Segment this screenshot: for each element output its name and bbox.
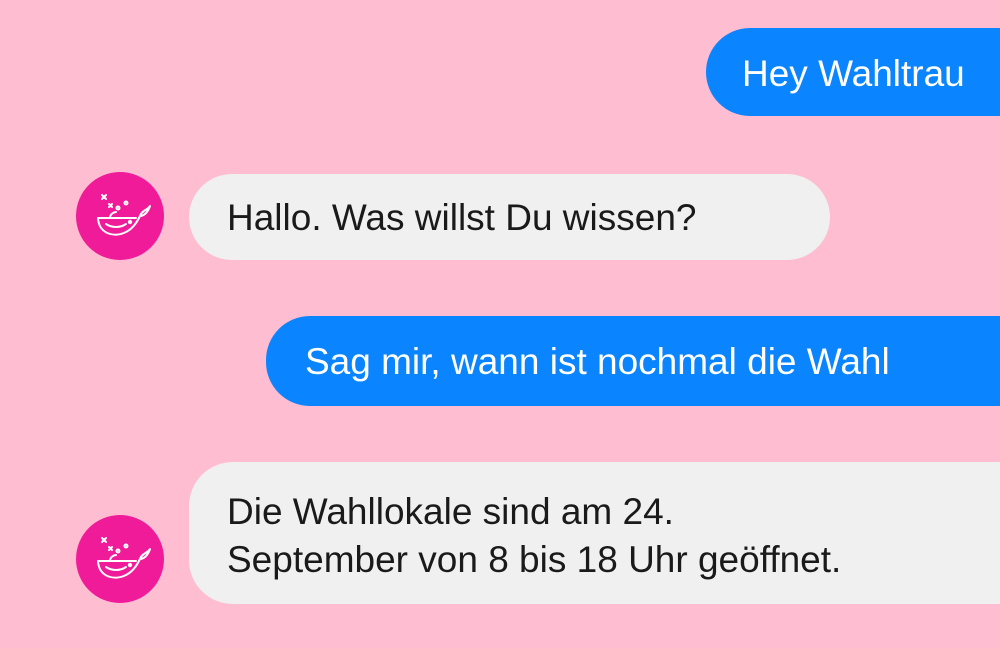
incoming-message-bubble: Die Wahllokale sind am 24. September von… [189, 462, 1000, 604]
bot-avatar [76, 515, 164, 603]
message-text: Hallo. Was willst Du wissen? [227, 197, 697, 238]
message-text-line: Die Wahllokale sind am 24. [227, 491, 674, 532]
message-text: Sag mir, wann ist nochmal die Wahl [305, 341, 890, 382]
message-text: Hey Wahltrau [742, 53, 965, 94]
whale-icon [97, 537, 151, 579]
whale-icon [97, 194, 151, 236]
outgoing-message-bubble: Sag mir, wann ist nochmal die Wahl [266, 316, 1000, 406]
outgoing-message-bubble: Hey Wahltrau [706, 28, 1000, 116]
message-text-line: September von 8 bis 18 Uhr geöffnet. [227, 539, 842, 580]
bot-avatar [76, 172, 164, 260]
chat-thread: Hey Wahltrau Hallo. Was willst Du wissen… [0, 0, 1000, 648]
incoming-message-bubble: Hallo. Was willst Du wissen? [189, 174, 830, 260]
